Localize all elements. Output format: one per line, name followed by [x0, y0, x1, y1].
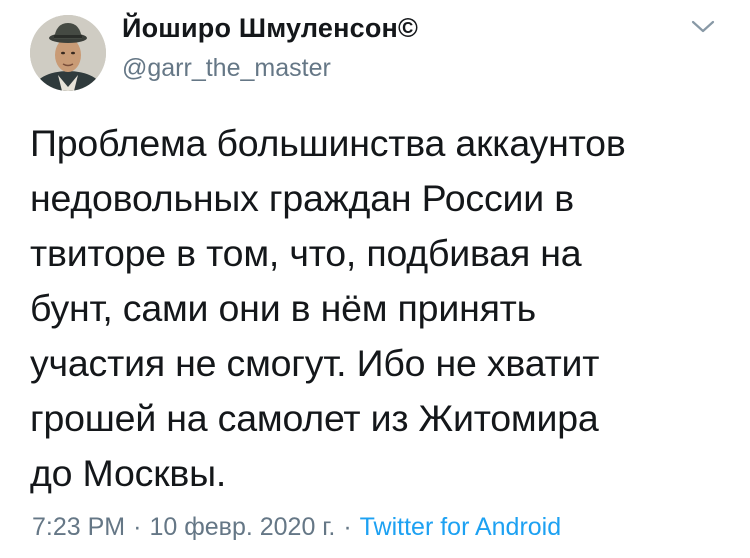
tweet-text: Проблема большинства аккаунтов недовольн…: [30, 122, 626, 494]
tweet-card: Йоширо Шмуленсон© @garr_the_master Пробл…: [0, 0, 750, 558]
user-avatar[interactable]: [30, 15, 106, 91]
author-display-name[interactable]: Йоширо Шмуленсон©: [122, 13, 418, 44]
tweet-time[interactable]: 7:23 PM: [32, 513, 125, 541]
chevron-down-icon[interactable]: [690, 18, 716, 36]
separator-dot: ·: [343, 513, 352, 541]
tweet-source-link[interactable]: Twitter for Android: [360, 513, 561, 541]
avatar-image-icon: [30, 15, 106, 91]
separator-dot: ·: [133, 513, 142, 541]
tweet-metadata: 7:23 PM · 10 февр. 2020 г. · Twitter for And…: [32, 513, 561, 542]
author-handle[interactable]: @garr_the_master: [122, 54, 331, 83]
tweet-date[interactable]: 10 февр. 2020 г.: [149, 513, 335, 541]
